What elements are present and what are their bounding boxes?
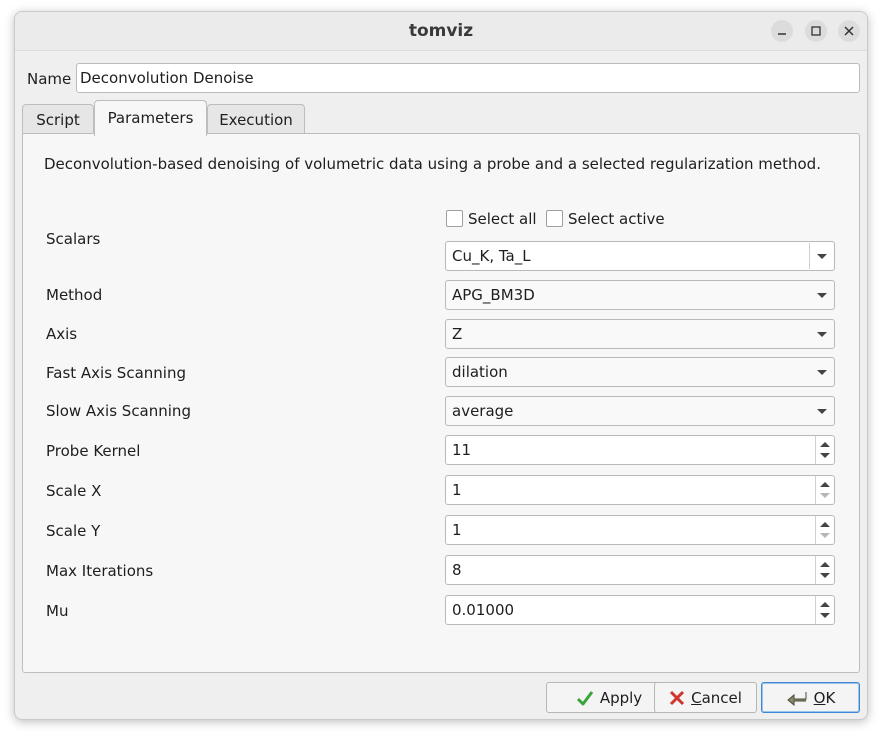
fast-axis-scanning-label: Fast Axis Scanning — [46, 364, 186, 382]
scale-x-label: Scale X — [46, 482, 102, 500]
probe-kernel-value: 11 — [452, 441, 472, 459]
tab-parameters[interactable]: Parameters — [94, 100, 207, 136]
cancel-button-label: Cancel — [691, 688, 742, 707]
mu-spinbox[interactable]: 0.01000 — [445, 595, 835, 625]
spin-up-icon[interactable] — [820, 562, 830, 567]
method-label: Method — [46, 286, 103, 304]
chevron-down-icon — [817, 370, 827, 375]
tab-script[interactable]: Script — [22, 104, 94, 135]
method-value: APG_BM3D — [452, 286, 535, 304]
spin-buttons[interactable] — [815, 516, 834, 544]
scale-y-label: Scale Y — [46, 522, 101, 540]
spin-down-icon[interactable] — [820, 493, 830, 498]
slow-axis-scanning-combo[interactable]: average — [445, 396, 835, 426]
dialog-window: tomviz Name Deconvolution Denoise Script… — [14, 11, 868, 720]
name-input[interactable]: Deconvolution Denoise — [76, 63, 860, 93]
chevron-down-icon — [817, 254, 827, 259]
spin-up-icon[interactable] — [820, 482, 830, 487]
ok-button[interactable]: OK — [761, 682, 860, 713]
max-iterations-spinbox[interactable]: 8 — [445, 555, 835, 585]
slow-axis-scanning-label: Slow Axis Scanning — [46, 402, 191, 420]
chevron-down-icon — [817, 332, 827, 337]
mu-label: Mu — [46, 602, 69, 620]
axis-combo[interactable]: Z — [445, 319, 835, 349]
spin-buttons[interactable] — [815, 476, 834, 504]
combo-separator — [809, 243, 810, 269]
ok-button-label: OK — [813, 688, 836, 707]
select-active-label: Select active — [568, 210, 665, 228]
spin-down-icon[interactable] — [820, 453, 830, 458]
scale-y-value: 1 — [452, 521, 462, 539]
spin-up-icon[interactable] — [820, 442, 830, 447]
probe-kernel-spinbox[interactable]: 11 — [445, 435, 835, 465]
title-bar: tomviz — [15, 12, 867, 51]
probe-kernel-label: Probe Kernel — [46, 442, 141, 460]
spin-up-icon[interactable] — [820, 522, 830, 527]
chevron-down-icon — [817, 409, 827, 414]
minimize-icon[interactable] — [771, 20, 793, 42]
scale-x-spinbox[interactable]: 1 — [445, 475, 835, 505]
select-all-checkbox[interactable] — [446, 210, 463, 227]
chevron-down-icon — [817, 293, 827, 298]
spin-buttons[interactable] — [815, 596, 834, 624]
apply-button-label: Apply — [599, 688, 643, 707]
fast-axis-scanning-value: dilation — [452, 363, 508, 381]
cross-icon — [670, 690, 685, 705]
scale-y-spinbox[interactable]: 1 — [445, 515, 835, 545]
scale-x-value: 1 — [452, 481, 462, 499]
select-all-label: Select all — [468, 210, 537, 228]
select-active-checkbox[interactable] — [546, 210, 563, 227]
spin-down-icon[interactable] — [820, 533, 830, 538]
maximize-icon[interactable] — [805, 20, 827, 42]
check-icon — [576, 690, 594, 705]
spin-down-icon[interactable] — [820, 573, 830, 578]
cancel-button[interactable]: Cancel — [654, 682, 757, 713]
spin-down-icon[interactable] — [820, 613, 830, 618]
spin-up-icon[interactable] — [820, 602, 830, 607]
name-label: Name — [27, 70, 72, 88]
spin-buttons[interactable] — [815, 556, 834, 584]
spin-buttons[interactable] — [815, 436, 834, 464]
scalars-combo[interactable]: Cu_K, Ta_L — [445, 241, 835, 271]
scalars-label: Scalars — [46, 230, 101, 248]
parameters-panel: Deconvolution-based denoising of volumet… — [22, 133, 860, 673]
axis-value: Z — [452, 325, 463, 343]
max-iterations-value: 8 — [452, 561, 462, 579]
slow-axis-scanning-value: average — [452, 402, 514, 420]
window-title: tomviz — [408, 21, 474, 41]
method-combo[interactable]: APG_BM3D — [445, 280, 835, 310]
axis-label: Axis — [46, 325, 78, 343]
tab-execution[interactable]: Execution — [207, 104, 305, 135]
mu-value: 0.01000 — [452, 601, 515, 619]
scalars-value: Cu_K, Ta_L — [452, 247, 531, 265]
fast-axis-scanning-combo[interactable]: dilation — [445, 357, 835, 387]
close-icon[interactable] — [838, 20, 860, 42]
max-iterations-label: Max Iterations — [46, 562, 154, 580]
ok-arrow-icon — [786, 691, 807, 706]
operator-description: Deconvolution-based denoising of volumet… — [44, 155, 821, 173]
